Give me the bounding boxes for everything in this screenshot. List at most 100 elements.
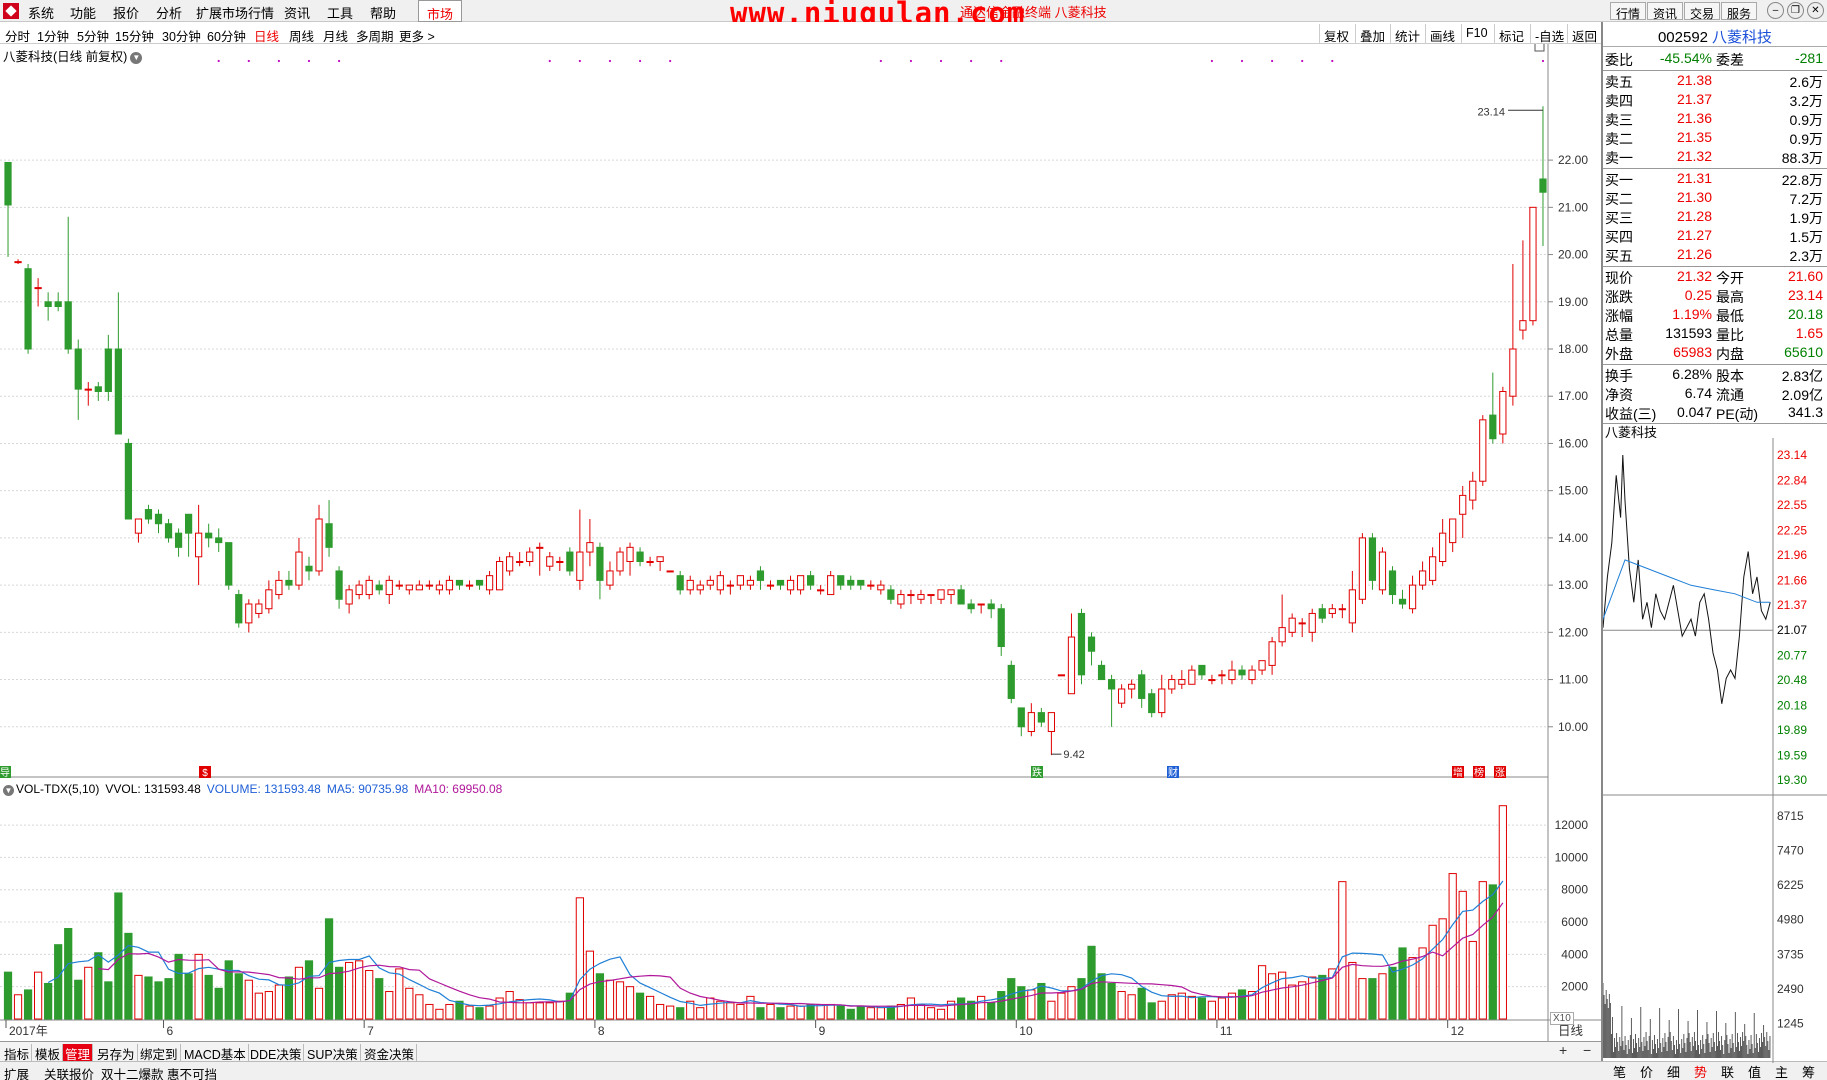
volume-bar <box>74 979 83 1020</box>
restore-icon[interactable]: ❐ <box>1787 2 1804 19</box>
candle-body <box>1439 532 1447 562</box>
intraday-tab[interactable]: 笔 <box>1607 1062 1632 1080</box>
tool-f10[interactable]: F10 <box>1461 24 1492 43</box>
intraday-tab[interactable]: 筹 <box>1796 1062 1821 1080</box>
close-icon[interactable]: ✕ <box>1807 2 1824 19</box>
menu-market[interactable]: 市场 <box>418 0 463 22</box>
period-multi[interactable]: 多周期 <box>356 26 394 45</box>
menu-function[interactable]: 功能 <box>70 3 96 22</box>
candle-body <box>1418 570 1427 586</box>
signal-dot <box>1331 59 1334 63</box>
buy-volume: 2.3万 <box>1789 248 1823 264</box>
menu-quote[interactable]: 报价 <box>113 3 139 22</box>
candle-body <box>1158 688 1166 714</box>
intraday-tab[interactable]: 势 <box>1688 1062 1713 1080</box>
volume-bar <box>465 1005 474 1020</box>
intraday-tab[interactable]: 值 <box>1742 1062 1767 1080</box>
tool-fuquan[interactable]: 复权 <box>1319 24 1353 44</box>
tool-stats[interactable]: 统计 <box>1390 24 1424 44</box>
intraday-vol-tick: 2490 <box>1777 982 1804 996</box>
volume-bar <box>816 1003 825 1020</box>
tool-draw[interactable]: 画线 <box>1425 24 1459 44</box>
period-1min[interactable]: 1分钟 <box>37 26 69 45</box>
candle-body <box>686 579 694 591</box>
stock-name[interactable]: 八菱科技 <box>1712 29 1772 46</box>
period-daily[interactable]: 日线 <box>254 26 279 45</box>
period-60min[interactable]: 60分钟 <box>207 26 246 45</box>
vol-collapse-icon[interactable]: ▼ <box>3 785 14 796</box>
menu-analysis[interactable]: 分析 <box>156 3 182 22</box>
candle-body <box>1007 664 1015 699</box>
sell-row: 卖一 21.32 88.3万 <box>1603 148 1827 167</box>
kline-chart-area[interactable]: 22.00 21.00 20.00 19.00 18.00 17.00 16.00 15.00… <box>0 44 1604 1047</box>
candle-body <box>546 556 554 567</box>
separator <box>1603 168 1827 169</box>
candle-body <box>335 570 343 600</box>
x-axis-label: 6 <box>167 1024 174 1038</box>
zoom-in-icon[interactable]: + <box>1559 1042 1567 1058</box>
volume-bar <box>906 997 916 1020</box>
signal-dot <box>1301 59 1304 63</box>
intraday-price-tick: 20.48 <box>1777 673 1807 687</box>
intraday-tab[interactable]: 联 <box>1715 1062 1740 1080</box>
chevron-down-icon[interactable]: ▼ <box>130 52 143 64</box>
stat-value: 20.18 <box>1787 306 1823 322</box>
vol-tick-label: 10000 <box>1555 850 1589 864</box>
period-fenshi[interactable]: 分时 <box>5 26 30 45</box>
intraday-vol-tick: 4980 <box>1777 913 1804 927</box>
period-30min[interactable]: 30分钟 <box>162 26 201 45</box>
menu-tools[interactable]: 工具 <box>327 3 353 22</box>
intraday-tab[interactable]: 细 <box>1661 1062 1686 1080</box>
signal-dot <box>909 59 913 63</box>
status-related-quote[interactable]: 关联报价 <box>44 1064 94 1080</box>
period-more[interactable]: 更多 > <box>399 26 435 45</box>
period-5min[interactable]: 5分钟 <box>77 26 109 45</box>
zoom-out-icon[interactable]: − <box>1583 1042 1591 1058</box>
tool-mark[interactable]: 标记 <box>1494 24 1528 44</box>
candle-body <box>1539 178 1547 193</box>
fund-value: 341.3 <box>1787 404 1823 420</box>
volume-bar <box>766 1003 775 1020</box>
candle-body <box>1408 584 1417 610</box>
btn-service[interactable]: 服务 <box>1721 2 1758 21</box>
signal-dot <box>1271 59 1274 63</box>
volume-bar <box>1037 982 1046 1020</box>
volume-bar <box>1368 978 1377 1020</box>
app-logo-icon[interactable] <box>3 3 19 19</box>
intraday-chart[interactable]: 23.14 22.84 22.55 22.25 21.96 21.66 21.37 21.07… <box>1603 438 1827 1063</box>
fund-value: 6.74 <box>1684 385 1712 401</box>
candle-body <box>696 584 704 591</box>
candle-body <box>195 532 203 558</box>
btn-quotes[interactable]: 行情 <box>1610 2 1647 21</box>
period-15min[interactable]: 15分钟 <box>115 26 154 45</box>
intraday-tab[interactable]: 价 <box>1634 1062 1659 1080</box>
candle-body <box>987 603 995 610</box>
period-weekly[interactable]: 周线 <box>289 26 314 45</box>
menu-system[interactable]: 系统 <box>28 3 54 22</box>
period-monthly[interactable]: 月线 <box>323 26 348 45</box>
tool-back[interactable]: 返回 <box>1567 24 1601 44</box>
menu-help[interactable]: 帮助 <box>370 3 396 22</box>
minimize-icon[interactable]: – <box>1767 2 1784 19</box>
status-expand[interactable]: 扩展 <box>4 1064 29 1080</box>
volume-bar <box>1267 973 1277 1020</box>
menu-extended-market[interactable]: 扩展市场行情 <box>196 3 274 22</box>
kline-svg[interactable]: 22.00 21.00 20.00 19.00 18.00 17.00 16.00 15.00… <box>0 44 1604 1041</box>
tool-watchlist[interactable]: -自选 <box>1530 24 1568 44</box>
btn-trade[interactable]: 交易 <box>1684 2 1721 21</box>
intraday-tab[interactable]: 主 <box>1769 1062 1794 1080</box>
btn-news[interactable]: 资讯 <box>1647 2 1684 21</box>
status-promo[interactable]: 双十二爆款 惠不可挡 <box>101 1064 217 1080</box>
x-axis-label: 9 <box>819 1024 826 1038</box>
volume-bar <box>425 1003 434 1020</box>
volume-bar <box>1157 1000 1166 1020</box>
stat-value: 65983 <box>1673 344 1712 360</box>
volume-bar <box>1408 957 1417 1020</box>
menu-news[interactable]: 资讯 <box>284 3 310 22</box>
stat-value: 23.14 <box>1787 287 1823 303</box>
buy-row: 买一 21.31 22.8万 <box>1603 170 1827 189</box>
volume-bar <box>1207 1000 1217 1020</box>
candle-body <box>225 542 233 586</box>
candle-body <box>1479 419 1487 482</box>
tool-overlay[interactable]: 叠加 <box>1355 24 1389 44</box>
